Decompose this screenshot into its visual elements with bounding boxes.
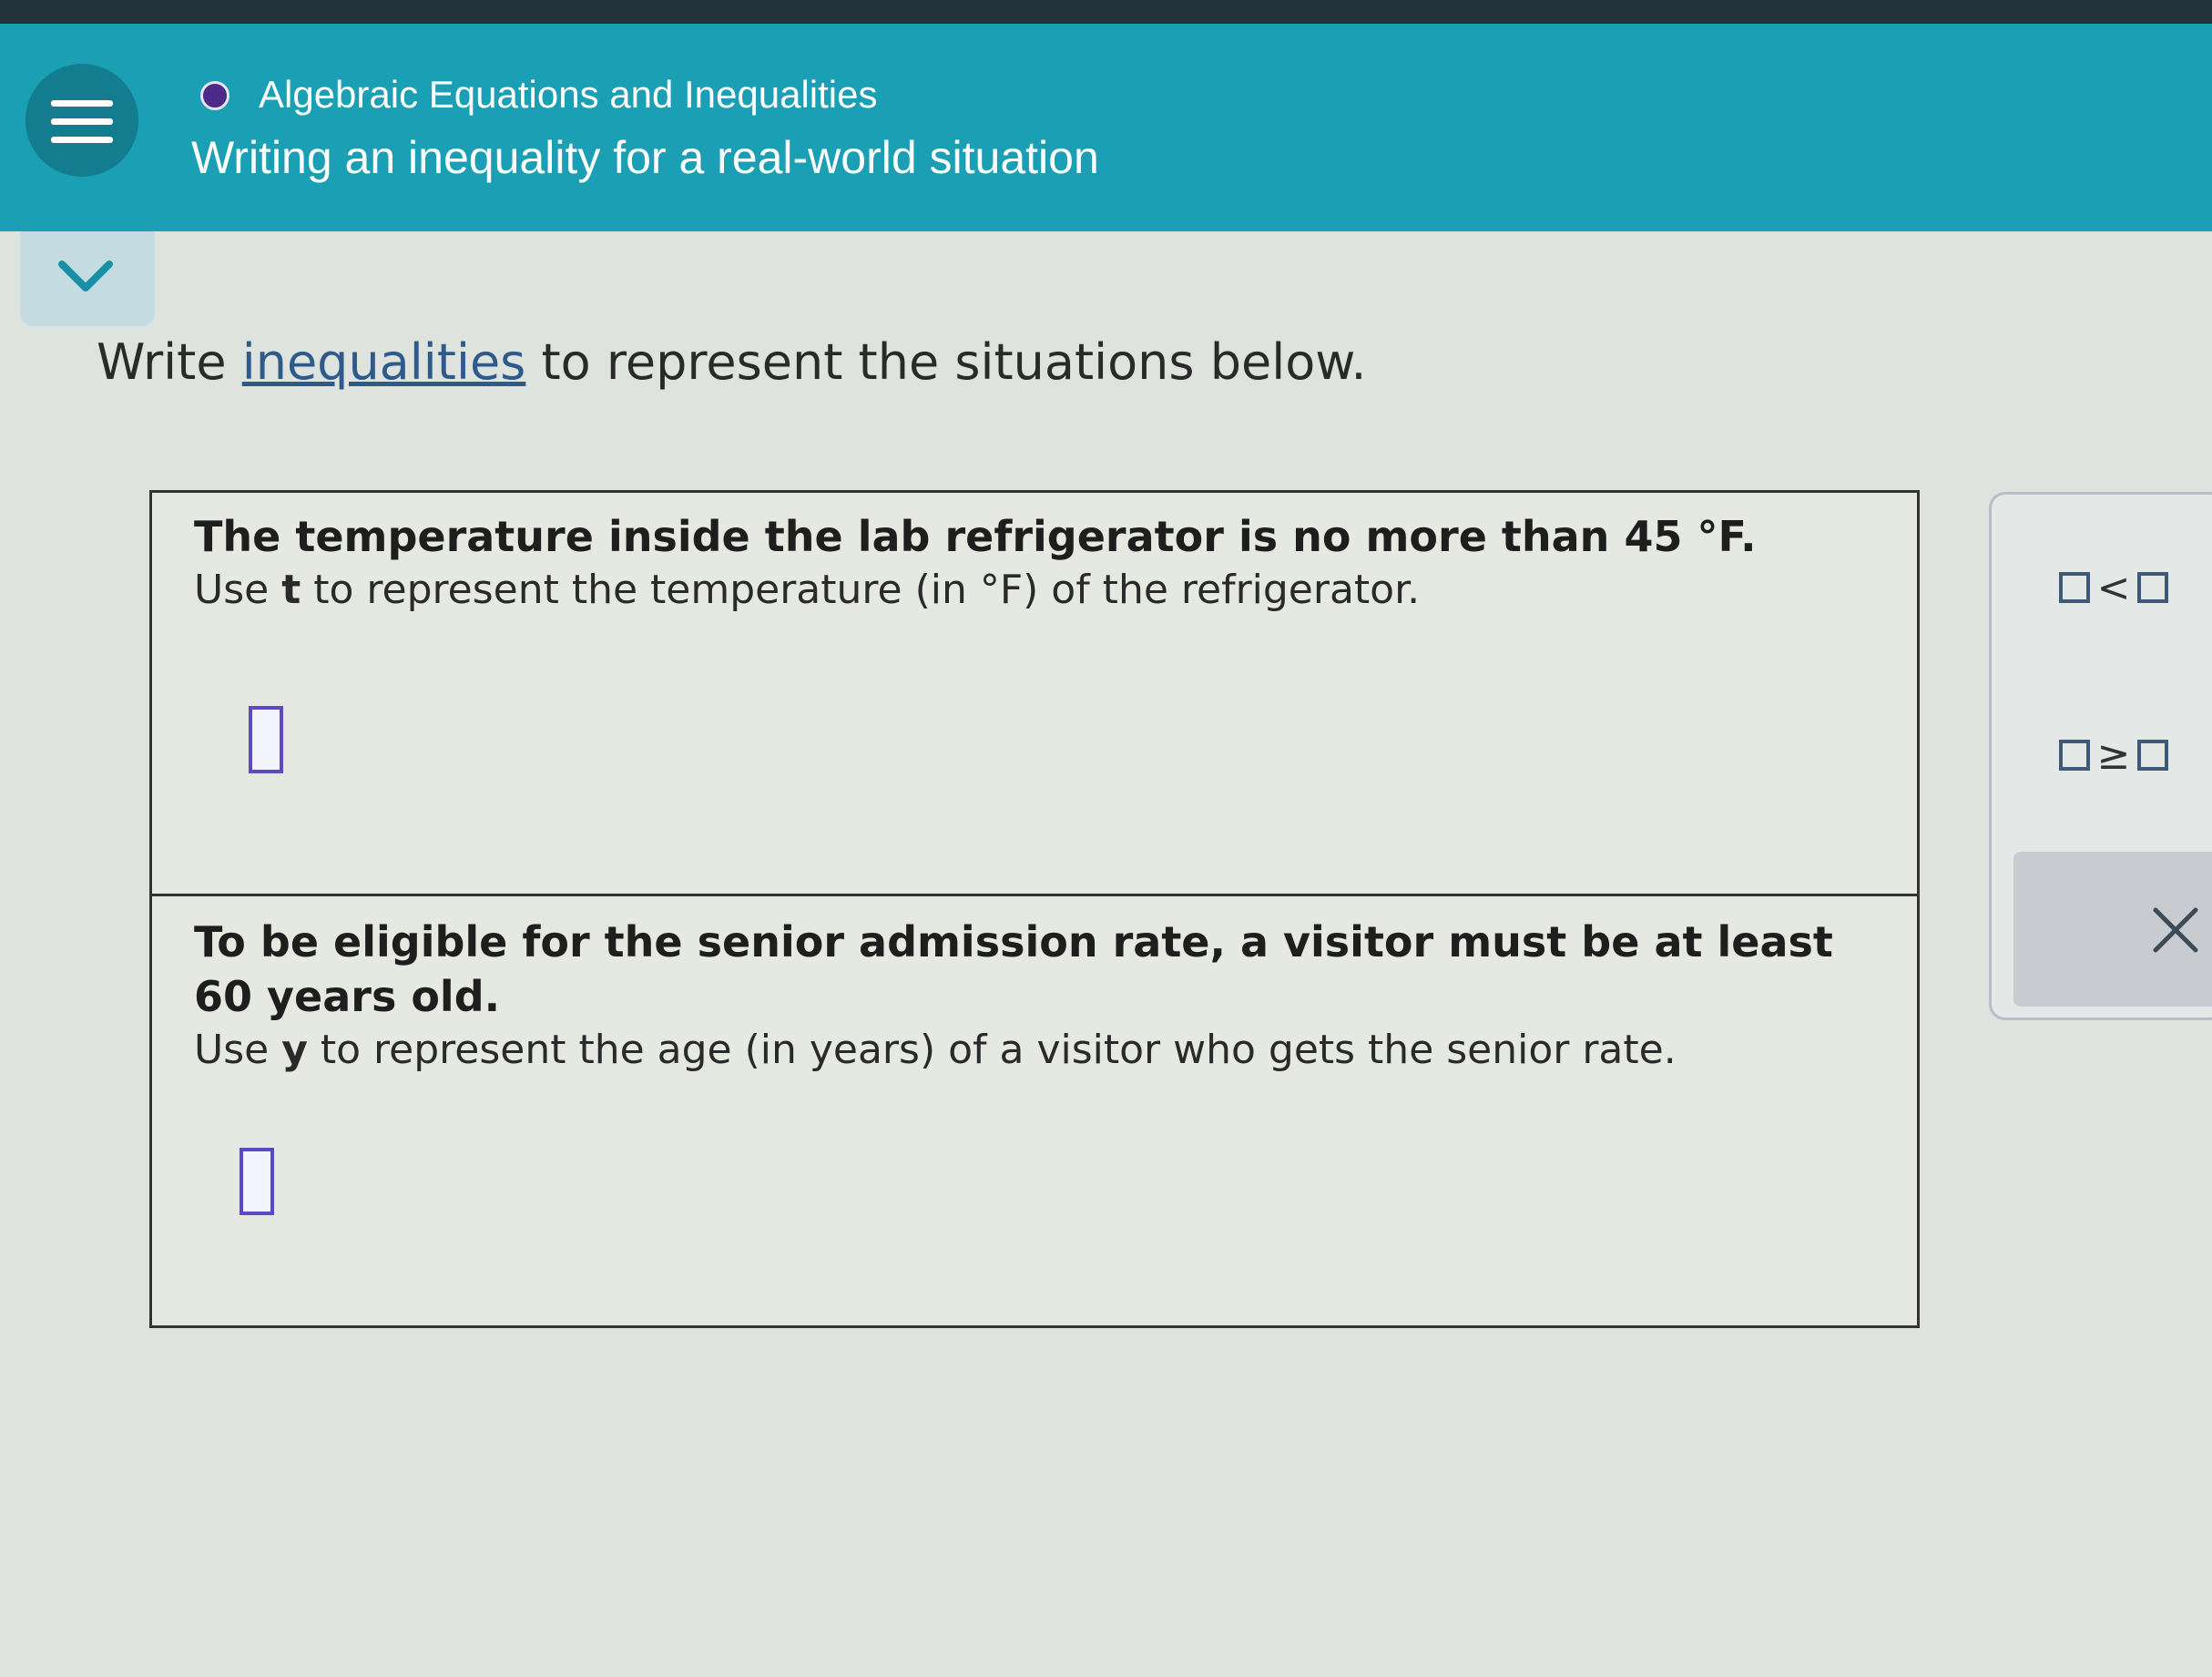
close-icon [2153, 907, 2198, 953]
instructions: Write inequalities to represent the situ… [97, 333, 1367, 391]
less-than-button[interactable]: < [2050, 560, 2177, 615]
inequalities-link[interactable]: inequalities [242, 333, 526, 391]
clear-button[interactable] [2013, 852, 2212, 1007]
topic-status-icon [200, 81, 229, 110]
question-1: The temperature inside the lab refrigera… [152, 493, 1917, 894]
topic-title: Algebraic Equations and Inequalities [259, 73, 878, 116]
variable-t: t [281, 567, 301, 613]
question-1-instruction: Use t to represent the temperature (in °… [194, 567, 1421, 613]
symbol-palette: < ≥ [1989, 492, 2212, 1020]
menu-icon [51, 100, 113, 107]
greater-equal-button[interactable]: ≥ [2050, 728, 2177, 782]
variable-y: y [281, 1027, 308, 1073]
header: Algebraic Equations and Inequalities Wri… [0, 24, 2212, 231]
top-strip [0, 0, 2212, 24]
chevron-down-icon [58, 261, 113, 291]
question-2-statement: To be eligible for the senior admission … [194, 917, 1833, 1021]
answer-input-2[interactable] [240, 1148, 274, 1215]
question-2: To be eligible for the senior admission … [152, 894, 1917, 1330]
answer-input-1[interactable] [249, 706, 283, 773]
question-1-statement: The temperature inside the lab refrigera… [194, 512, 1757, 561]
question-box: The temperature inside the lab refrigera… [149, 490, 1920, 1328]
lesson-title: Writing an inequality for a real-world s… [191, 132, 1099, 183]
question-2-instruction: Use y to represent the age (in years) of… [194, 1027, 1677, 1073]
collapse-button[interactable] [20, 231, 155, 326]
menu-button[interactable] [25, 64, 138, 177]
